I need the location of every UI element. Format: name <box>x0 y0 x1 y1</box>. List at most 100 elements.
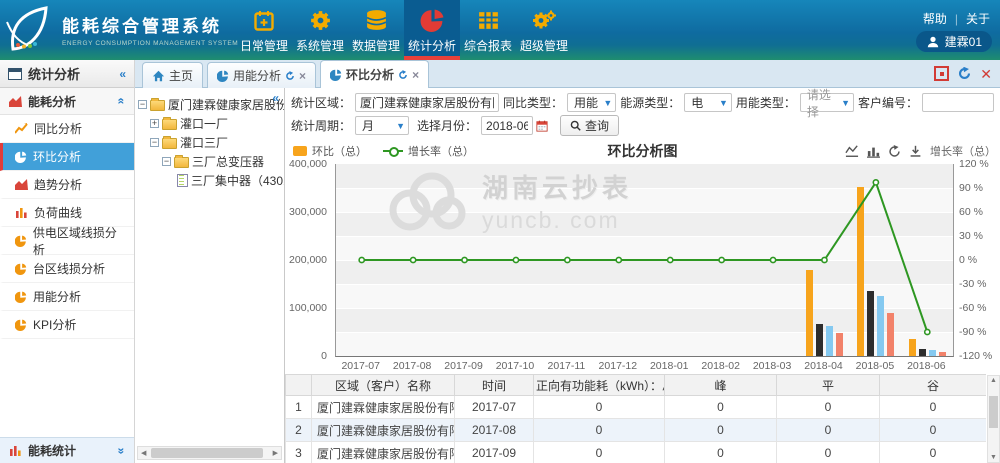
chevron-down-icon[interactable]: » <box>115 447 129 454</box>
line-marker[interactable] <box>565 257 570 262</box>
left-axis-tick: 200,000 <box>289 254 327 266</box>
tab-close-icon[interactable]: × <box>299 69 306 83</box>
tree-expander-icon[interactable] <box>150 119 159 128</box>
sidebar-item-mom-analysis[interactable]: 环比分析 <box>0 143 134 171</box>
query-button[interactable]: 查询 <box>560 115 619 136</box>
username: 建霖01 <box>945 33 982 50</box>
sidebar-item-trend-analysis[interactable]: 趋势分析 <box>0 171 134 199</box>
nav-item-reports[interactable]: 综合报表 <box>460 0 516 60</box>
growth-line <box>336 164 953 356</box>
sidebar-item-yoy-analysis[interactable]: 同比分析 <box>0 115 134 143</box>
restore-refresh-icon[interactable] <box>888 145 901 158</box>
download-icon[interactable] <box>909 145 922 158</box>
search-icon <box>570 120 581 131</box>
about-link[interactable]: 关于 <box>966 10 990 27</box>
sidebar-item-energy-usage[interactable]: 用能分析 <box>0 283 134 311</box>
period-value: 月 <box>362 117 374 134</box>
left-axis-tick: 100,000 <box>289 302 327 314</box>
tree-node-plant3[interactable]: 灌口三厂 <box>135 133 284 152</box>
tree-expander-icon[interactable] <box>150 138 159 147</box>
bar-chart-tool-icon[interactable] <box>867 145 880 158</box>
legend-item-line[interactable]: 增长率（总） <box>383 143 474 159</box>
tab-refresh-icon[interactable] <box>285 71 295 81</box>
tree-node-company[interactable]: 厦门建霖健康家居股份有限公司 <box>135 95 284 114</box>
table-header-row: 区域（客户）名称 时间 正向有功能耗（kWh）：总 峰 平 谷 <box>286 375 987 396</box>
tree-node-transformer[interactable]: 三厂总变压器 <box>135 152 284 171</box>
month-input[interactable] <box>481 116 533 135</box>
tree-collapse-icon[interactable]: « <box>272 91 279 105</box>
period-select[interactable]: 月 ▼ <box>355 116 409 135</box>
vertical-scrollbar[interactable]: ▲ ▼ <box>987 375 1000 463</box>
line-marker[interactable] <box>513 257 518 262</box>
tree-node-concentrator[interactable]: 三厂集中器（4301003 <box>135 171 284 190</box>
line-marker[interactable] <box>873 180 878 185</box>
nav-item-super-admin[interactable]: 超级管理 <box>516 0 572 60</box>
app-title: 能耗综合管理系统 <box>62 12 238 37</box>
tree-node-plant1[interactable]: 灌口一厂 <box>135 114 284 133</box>
cell-flat: 0 <box>777 419 880 442</box>
col-header-name: 区域（客户）名称 <box>312 375 455 396</box>
help-link[interactable]: 帮助 <box>923 10 947 27</box>
sidebar-item-station-loss[interactable]: 台区线损分析 <box>0 255 134 283</box>
line-marker[interactable] <box>462 257 467 262</box>
scrollbar-thumb[interactable] <box>151 448 263 458</box>
maximize-icon[interactable] <box>934 66 949 81</box>
close-icon[interactable]: ✕ <box>980 68 992 80</box>
calendar-icon[interactable] <box>536 120 548 132</box>
nav-item-statistics[interactable]: 统计分析 <box>404 0 460 60</box>
scroll-down-icon[interactable]: ▼ <box>990 454 997 461</box>
line-marker[interactable] <box>822 257 827 262</box>
sidebar: 统计分析 « 能耗分析 « 同比分析 环比分析 趋势分析 负荷曲线 供电区域线损… <box>0 60 135 463</box>
scrollbar-thumb[interactable] <box>989 396 998 428</box>
scroll-left-icon[interactable]: ◀ <box>141 448 146 459</box>
line-marker[interactable] <box>770 257 775 262</box>
nav-label: 系统管理 <box>296 37 344 54</box>
line-marker[interactable] <box>668 257 673 262</box>
sidebar-collapse-icon[interactable]: « <box>119 67 126 81</box>
scroll-up-icon[interactable]: ▲ <box>990 377 997 384</box>
sidebar-item-kpi-analysis[interactable]: KPI分析 <box>0 311 134 339</box>
line-marker[interactable] <box>719 257 724 262</box>
table-row[interactable]: 1 厦门建霖健康家居股份有限公司 2017-07 0 0 0 0 <box>286 396 987 419</box>
nav-item-system[interactable]: 系统管理 <box>292 0 348 60</box>
cell-peak: 0 <box>665 419 777 442</box>
tab-home[interactable]: 主页 <box>142 62 203 88</box>
right-axis-name: 增长率（总） <box>930 143 996 159</box>
cell-name: 厦门建霖健康家居股份有限公司 <box>312 419 455 442</box>
table-row[interactable]: 2 厦门建霖健康家居股份有限公司 2017-08 0 0 0 0 <box>286 419 987 442</box>
line-marker[interactable] <box>411 257 416 262</box>
logo-swirl-icon <box>4 4 56 54</box>
tree-expander-icon[interactable] <box>138 100 147 109</box>
line-marker[interactable] <box>359 257 364 262</box>
line-marker[interactable] <box>616 257 621 262</box>
sidebar-item-supply-region-loss[interactable]: 供电区域线损分析 <box>0 227 134 255</box>
horizontal-scrollbar[interactable]: ◀ ▶ <box>137 446 282 460</box>
chevron-up-icon[interactable]: « <box>115 98 129 105</box>
customer-no-input[interactable] <box>922 93 994 112</box>
line-chart-tool-icon[interactable] <box>845 145 859 158</box>
compare-type-select[interactable]: 用能 ▼ <box>567 93 616 112</box>
nav-item-daily[interactable]: 日常管理 <box>236 0 292 60</box>
tab-mom-analysis[interactable]: 环比分析 × <box>320 60 429 88</box>
user-menu[interactable]: 建霖01 <box>916 31 992 52</box>
sidebar-section-energy-analysis[interactable]: 能耗分析 « <box>0 88 134 115</box>
scroll-right-icon[interactable]: ▶ <box>273 448 278 459</box>
tab-energy-usage[interactable]: 用能分析 × <box>207 62 316 88</box>
usage-type-select[interactable]: 请选择 ▼ <box>800 93 854 112</box>
line-marker[interactable] <box>925 329 930 334</box>
sidebar-item-label: 环比分析 <box>33 148 81 165</box>
sidebar-item-label: 同比分析 <box>34 120 82 137</box>
tab-close-icon[interactable]: × <box>412 68 419 82</box>
tree-expander-icon[interactable] <box>162 157 171 166</box>
region-input[interactable] <box>355 93 499 112</box>
x-axis-tick: 2018-04 <box>798 360 849 372</box>
nav-item-data[interactable]: 数据管理 <box>348 0 404 60</box>
sidebar-section-energy-statistics[interactable]: 能耗统计 » <box>0 437 134 463</box>
legend-item-bar[interactable]: 环比（总） <box>293 143 367 159</box>
table-row[interactable]: 3 厦门建霖健康家居股份有限公司 2017-09 0 0 0 0 <box>286 442 987 463</box>
energy-type-select[interactable]: 电 ▼ <box>684 93 732 112</box>
refresh-icon[interactable] <box>958 67 971 80</box>
tab-refresh-icon[interactable] <box>398 70 408 80</box>
links-divider: | <box>955 12 958 26</box>
bar-chart-icon <box>9 445 22 456</box>
